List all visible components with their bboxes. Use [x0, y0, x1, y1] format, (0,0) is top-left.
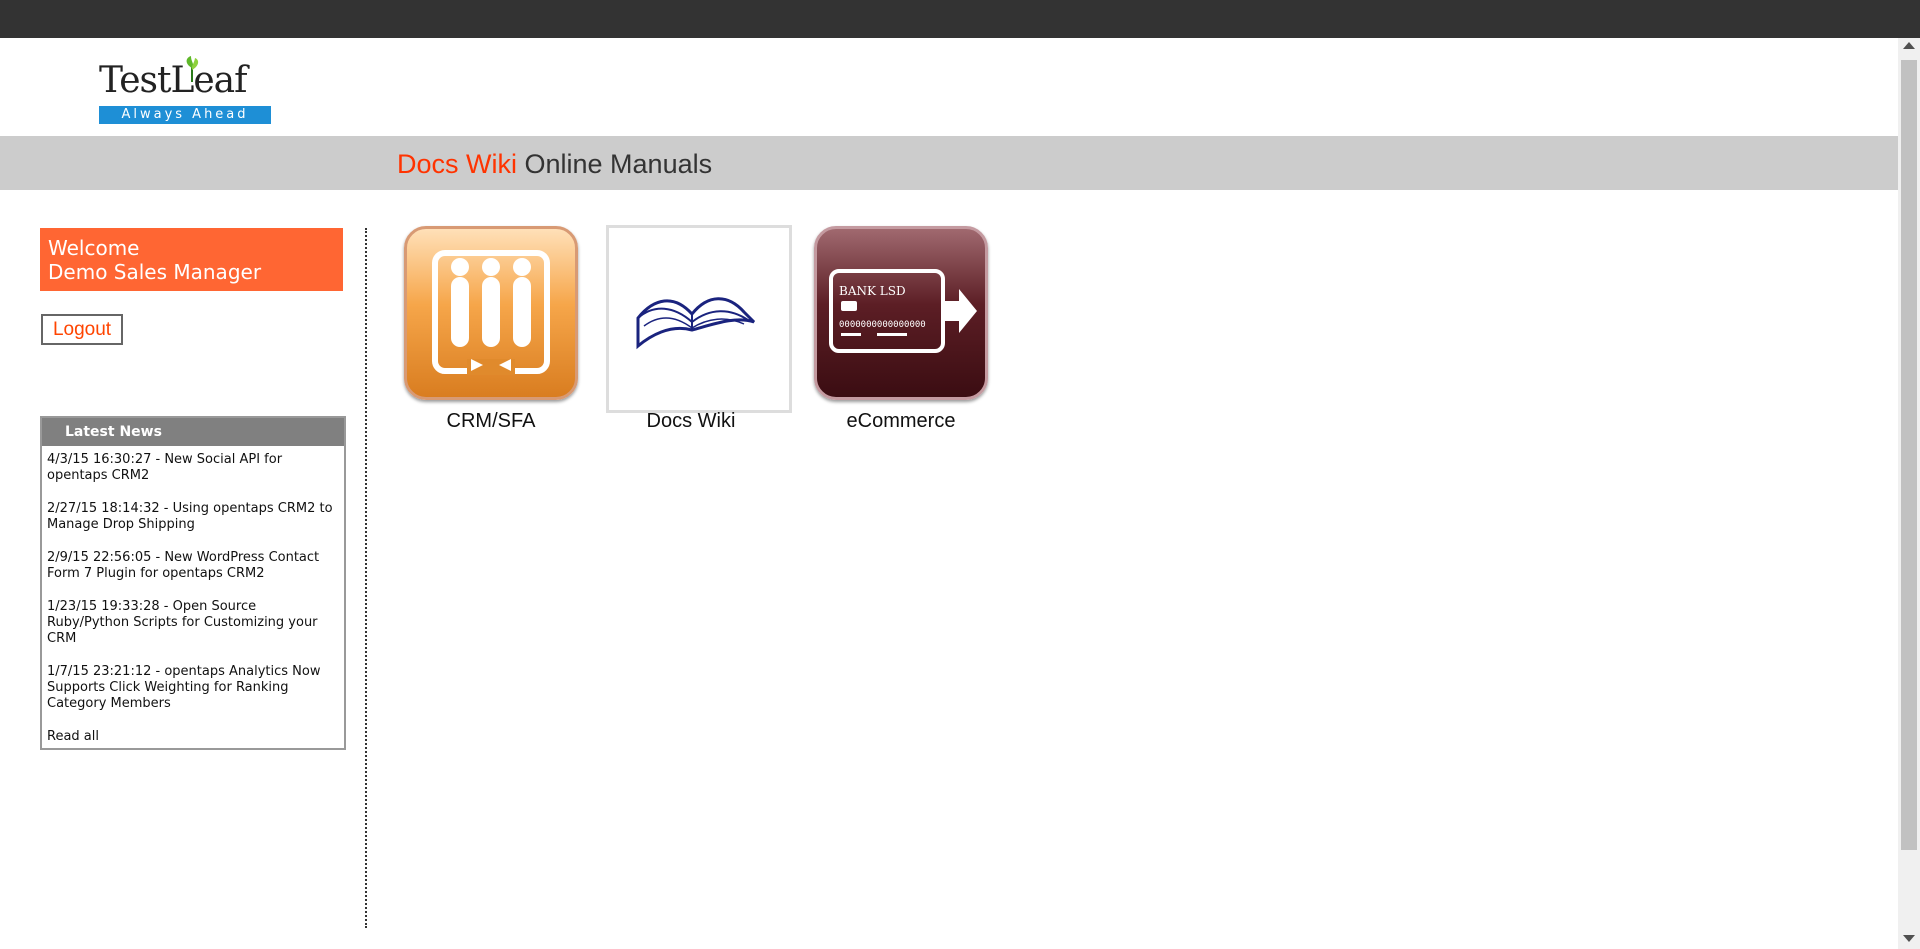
browser-top-bar: [0, 0, 1920, 38]
card-number-text: 0000000000000000: [839, 320, 926, 330]
vertical-divider: [365, 228, 367, 928]
logout-button[interactable]: Logout: [41, 314, 123, 345]
latest-news-heading: Latest News: [42, 418, 344, 446]
news-item[interactable]: 2/9/15 22:56:05 - New WordPress Contact …: [47, 550, 338, 582]
welcome-user: Demo Sales Manager: [48, 260, 262, 284]
card-bank-text: BANK LSD: [839, 284, 906, 298]
app-crm-sfa[interactable]: CRM/SFA: [398, 226, 584, 433]
welcome-box: Welcome Demo Sales Manager: [40, 228, 343, 291]
news-item[interactable]: 2/27/15 18:14:32 - Using opentaps CRM2 t…: [47, 501, 338, 533]
page-header: [0, 38, 1898, 136]
latest-news-panel: Latest News 4/3/15 16:30:27 - New Social…: [40, 416, 346, 750]
news-item[interactable]: 1/7/15 23:21:12 - opentaps Analytics Now…: [47, 664, 338, 712]
app-label-docs-wiki: Docs Wiki: [646, 410, 736, 432]
leaf-icon: [186, 56, 199, 82]
news-item[interactable]: 1/23/15 19:33:28 - Open Source Ruby/Pyth…: [47, 599, 338, 647]
testleaf-logo[interactable]: TestLeaf Always Ahead: [99, 56, 271, 125]
news-list: 4/3/15 16:30:27 - New Social API for ope…: [42, 446, 344, 745]
read-all-link[interactable]: Read all: [47, 729, 338, 745]
app-ecommerce[interactable]: BANK LSD 0000000000000000 eCommerce: [808, 226, 994, 433]
logo-tagline: Always Ahead: [99, 106, 271, 124]
scrollbar-thumb[interactable]: [1901, 60, 1917, 850]
crm-sfa-icon: [404, 226, 578, 400]
welcome-line: Welcome: [48, 236, 140, 260]
bank-card-icon: BANK LSD 0000000000000000: [814, 226, 988, 400]
app-label-crm-sfa: CRM/SFA: [446, 410, 536, 432]
news-item[interactable]: 4/3/15 16:30:27 - New Social API for ope…: [47, 452, 338, 484]
page-title: Docs Wiki Online Manuals: [397, 147, 712, 181]
app-docs-wiki[interactable]: Docs Wiki: [598, 226, 784, 433]
page-title-rest: Online Manuals: [517, 149, 713, 179]
open-book-icon: [604, 226, 778, 400]
title-bar: [0, 136, 1898, 190]
page-title-highlight: Docs Wiki: [397, 149, 517, 179]
app-label-ecommerce: eCommerce: [846, 410, 956, 432]
scroll-up-icon[interactable]: [1903, 42, 1915, 49]
scroll-down-icon[interactable]: [1903, 935, 1915, 942]
